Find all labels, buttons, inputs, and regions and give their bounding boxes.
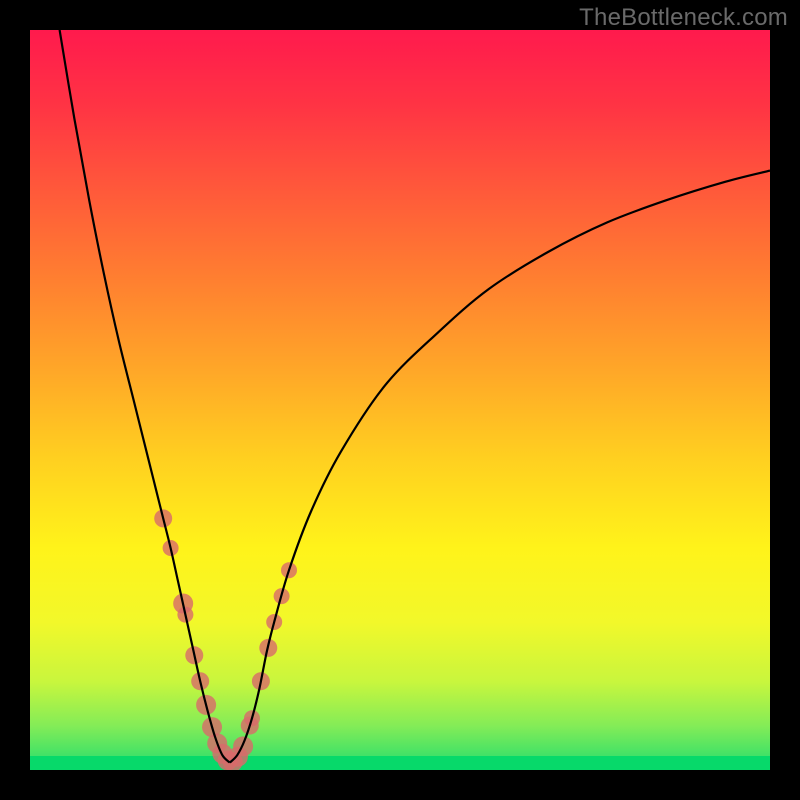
marker-dots: [154, 509, 297, 770]
plot-area: [30, 30, 770, 770]
watermark-text: TheBottleneck.com: [579, 4, 788, 32]
left-curve: [60, 30, 230, 763]
curve-layer: [30, 30, 770, 770]
right-curve: [230, 171, 770, 763]
chart-frame: TheBottleneck.com: [0, 0, 800, 800]
